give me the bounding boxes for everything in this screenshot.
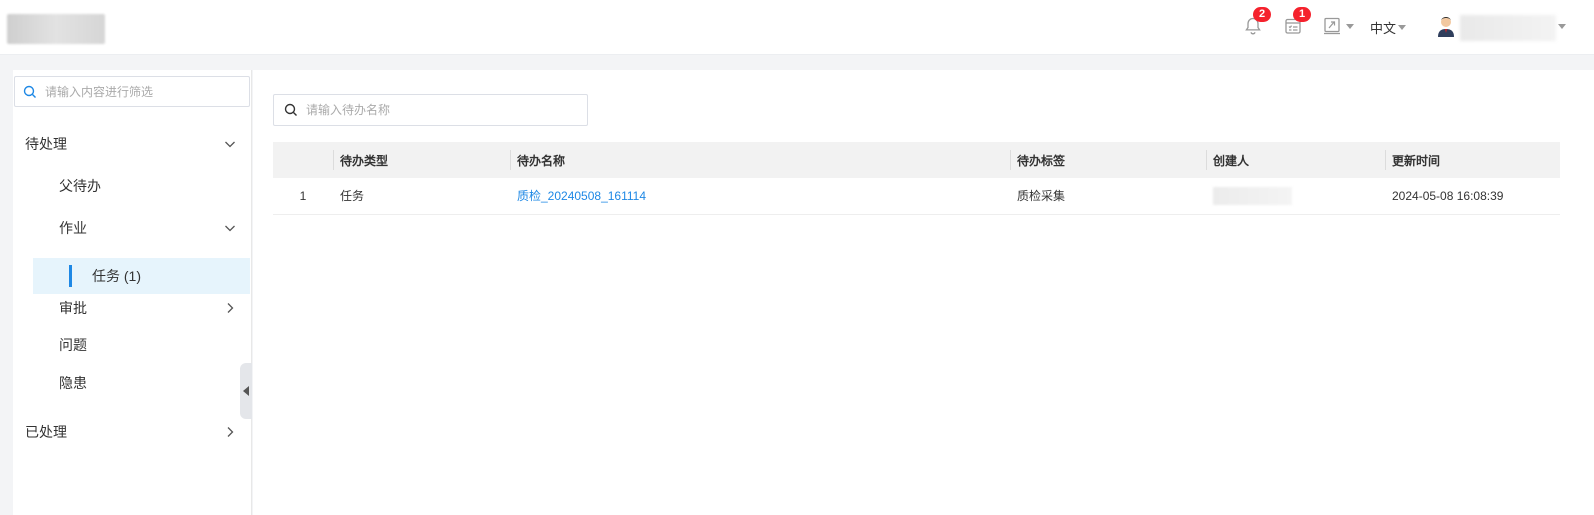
sidebar-item-label: 问题 bbox=[59, 337, 87, 353]
todo-table: 待办类型 待办名称 待办标签 创建人 更新时间 1 任务 质检_20240508… bbox=[273, 142, 1560, 215]
table-header-row: 待办类型 待办名称 待办标签 创建人 更新时间 bbox=[273, 142, 1560, 178]
todo-name-link[interactable]: 质检_20240508_161114 bbox=[517, 189, 646, 203]
chevron-down-icon bbox=[1398, 25, 1407, 30]
sidebar: 待处理 父待办 作业 任务 (1) 审批 问题 隐患 已处理 bbox=[13, 70, 252, 515]
notification-badge: 2 bbox=[1253, 7, 1271, 22]
search-icon bbox=[284, 103, 297, 116]
sidebar-item-label: 任务 (1) bbox=[92, 268, 141, 284]
row-tag: 质检采集 bbox=[1017, 189, 1066, 204]
sidebar-item-label: 父待办 bbox=[59, 178, 101, 194]
chevron-right-icon bbox=[227, 427, 234, 437]
sidebar-item-approval[interactable]: 审批 bbox=[13, 290, 250, 326]
sidebar-collapse-toggle[interactable] bbox=[240, 363, 252, 419]
sidebar-item-label: 已处理 bbox=[25, 424, 67, 440]
app-logo[interactable] bbox=[7, 14, 105, 44]
tasks-badge: 1 bbox=[1293, 7, 1311, 22]
sidebar-item-hazard[interactable]: 隐患 bbox=[13, 365, 250, 401]
notification-bell-button[interactable]: 2 bbox=[1241, 7, 1271, 38]
chevron-down-icon bbox=[1346, 23, 1354, 29]
row-updated-time: 2024-05-08 16:08:39 bbox=[1392, 188, 1504, 203]
sidebar-item-parent-todo[interactable]: 父待办 bbox=[13, 168, 250, 204]
sidebar-item-processed[interactable]: 已处理 bbox=[13, 414, 250, 450]
row-creator bbox=[1206, 178, 1385, 214]
column-header-index bbox=[273, 142, 333, 178]
creator-name-redacted bbox=[1213, 186, 1292, 205]
todo-search[interactable] bbox=[273, 94, 588, 126]
row-type: 任务 bbox=[340, 189, 365, 204]
row-index: 1 bbox=[299, 188, 307, 203]
sidebar-item-issue[interactable]: 问题 bbox=[13, 327, 250, 363]
row-name-cell: 质检_20240508_161114 bbox=[510, 178, 1010, 214]
navigation-menu-button[interactable] bbox=[1322, 14, 1356, 38]
column-header-tag[interactable]: 待办标签 bbox=[1010, 142, 1206, 178]
sidebar-item-label: 作业 bbox=[59, 220, 87, 236]
main-panel: 待办类型 待办名称 待办标签 创建人 更新时间 1 任务 质检_20240508… bbox=[253, 70, 1594, 515]
chevron-down-icon bbox=[225, 225, 235, 232]
column-header-creator[interactable]: 创建人 bbox=[1206, 142, 1385, 178]
chevron-down-icon[interactable] bbox=[1558, 24, 1566, 29]
sidebar-item-task[interactable]: 任务 (1) bbox=[33, 258, 250, 294]
sidebar-item-job[interactable]: 作业 bbox=[13, 210, 250, 246]
search-icon bbox=[23, 85, 36, 98]
send-board-icon bbox=[1324, 17, 1340, 35]
column-header-name[interactable]: 待办名称 bbox=[510, 142, 1010, 178]
todo-search-input[interactable] bbox=[306, 103, 486, 117]
sidebar-filter-input[interactable] bbox=[45, 84, 225, 99]
column-header-updated[interactable]: 更新时间 bbox=[1385, 142, 1560, 178]
sidebar-filter[interactable] bbox=[14, 76, 250, 107]
column-header-type[interactable]: 待办类型 bbox=[333, 142, 510, 178]
top-header: 2 1 中文 bbox=[0, 0, 1594, 55]
table-row[interactable]: 1 任务 质检_20240508_161114 质检采集 2024-05-08 … bbox=[273, 178, 1560, 214]
language-label: 中文 bbox=[1370, 21, 1397, 36]
language-selector[interactable]: 中文 bbox=[1370, 18, 1407, 37]
sidebar-item-pending[interactable]: 待处理 bbox=[13, 126, 250, 162]
sidebar-item-label: 审批 bbox=[59, 300, 87, 316]
sidebar-item-label: 隐患 bbox=[59, 375, 87, 391]
chevron-right-icon bbox=[227, 303, 234, 313]
sidebar-item-label: 待处理 bbox=[25, 136, 67, 152]
user-name[interactable] bbox=[1460, 15, 1556, 41]
tasks-button[interactable]: 1 bbox=[1281, 7, 1311, 38]
chevron-down-icon bbox=[225, 141, 235, 148]
avatar[interactable] bbox=[1436, 15, 1456, 37]
caret-left-icon bbox=[243, 386, 249, 396]
active-indicator bbox=[69, 265, 72, 287]
